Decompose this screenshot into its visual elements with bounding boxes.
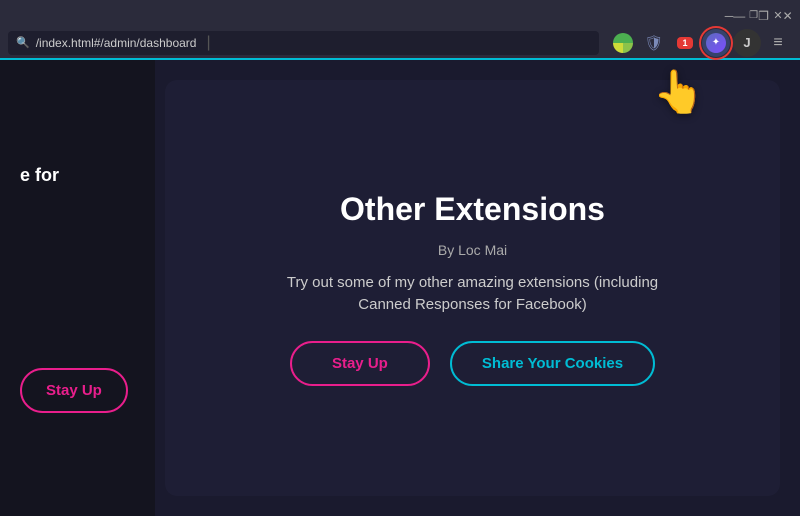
share-cookies-button[interactable]: Share Your Cookies [450, 341, 655, 386]
close-button[interactable]: ✕ [776, 9, 790, 23]
address-text: /index.html#/admin/dashboard [36, 36, 197, 50]
speedtest-icon[interactable] [609, 29, 637, 57]
browser-menu-icon[interactable]: ≡ [764, 29, 792, 57]
left-panel-button[interactable]: Stay Up [20, 368, 128, 413]
window-controls: — ❐ ✕ [728, 9, 790, 23]
card-description: Try out some of my other amazing extensi… [273, 272, 673, 317]
shield-icon[interactable]: 🛡 [640, 29, 668, 57]
card-author: By Loc Mai [438, 242, 507, 258]
active-extension-icon[interactable]: ✦ [702, 29, 730, 57]
title-bar: — ❐ ✕ [0, 0, 800, 27]
page-content: e for Stay Up Other Extensions By Loc Ma… [0, 60, 800, 516]
minimize-button[interactable]: — [728, 9, 742, 23]
j-icon-label: J [743, 35, 750, 50]
card-title: Other Extensions [340, 191, 605, 228]
card-buttons: Stay Up Share Your Cookies [290, 341, 655, 386]
j-extension-icon[interactable]: J [733, 29, 761, 57]
restore-button[interactable]: ❐ [752, 9, 766, 23]
left-panel-text: e for [20, 163, 128, 188]
notification-badge: 1 [682, 38, 687, 48]
address-bar[interactable]: 🔍 /index.html#/admin/dashboard | [8, 31, 599, 55]
stay-up-button[interactable]: Stay Up [290, 341, 430, 386]
address-separator: | [206, 34, 210, 52]
left-panel: e for Stay Up [0, 60, 155, 516]
browser-chrome: — ❐ ✕ 🔍 /index.html#/admin/dashboard | 🛡… [0, 0, 800, 60]
main-card: Other Extensions By Loc Mai Try out some… [165, 80, 780, 496]
extension-icons: 🛡 1 ✦ J ≡ [609, 29, 792, 57]
search-icon: 🔍 [16, 36, 30, 49]
toolbar: 🔍 /index.html#/admin/dashboard | 🛡 1 ✦ [0, 27, 800, 58]
notification-icon[interactable]: 1 [671, 29, 699, 57]
